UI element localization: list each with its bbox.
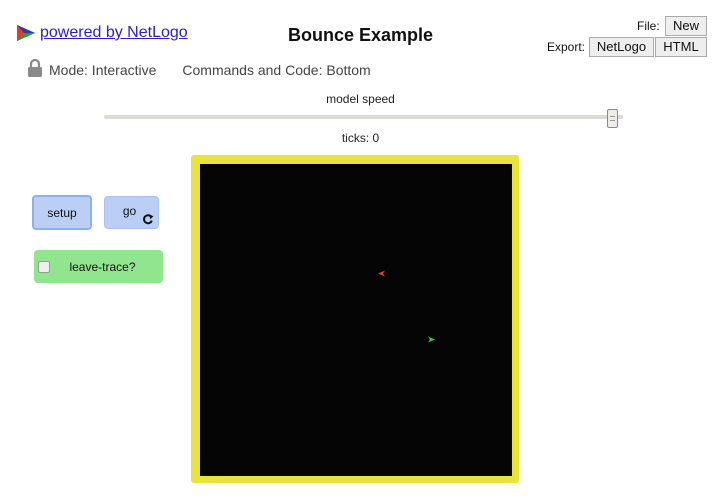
speed-slider-track[interactable]	[104, 115, 623, 119]
forever-icon	[143, 214, 154, 225]
file-label: File:	[637, 19, 660, 33]
world-view[interactable]	[200, 164, 512, 476]
leave-trace-switch[interactable]: leave-trace?	[34, 250, 163, 283]
export-label: Export:	[547, 40, 586, 54]
netlogo-logo-icon	[17, 25, 35, 41]
powered-by-label[interactable]: powered by NetLogo	[40, 24, 188, 42]
switch-label: leave-trace?	[69, 259, 136, 274]
commands-and-code-text[interactable]: Commands and Code: Bottom	[182, 62, 370, 78]
model-speed-label: model speed	[0, 92, 721, 106]
mode-row: Mode: Interactive Commands and Code: Bot…	[27, 58, 371, 81]
setup-button[interactable]: setup	[32, 195, 92, 230]
switch-checkbox[interactable]	[38, 260, 50, 273]
export-netlogo-button[interactable]: NetLogo	[589, 37, 654, 57]
turtle-red	[378, 270, 385, 277]
speed-slider-thumb[interactable]	[607, 109, 618, 128]
export-html-button[interactable]: HTML	[655, 37, 707, 57]
setup-button-label: setup	[47, 205, 77, 220]
new-file-button[interactable]: New	[665, 16, 707, 36]
model-speed-text: model speed	[326, 92, 395, 106]
turtle-green	[428, 336, 435, 343]
powered-by-netlogo-link[interactable]: powered by NetLogo	[16, 24, 188, 42]
lock-icon[interactable]	[27, 58, 43, 81]
ticks-counter: ticks: 0	[0, 131, 721, 145]
model-title: Bounce Example	[287, 25, 434, 45]
go-button-label: go	[122, 203, 137, 218]
mode-text[interactable]: Mode: Interactive	[49, 62, 156, 78]
ticks-text: ticks: 0	[341, 131, 380, 145]
go-button[interactable]: go	[104, 196, 159, 229]
